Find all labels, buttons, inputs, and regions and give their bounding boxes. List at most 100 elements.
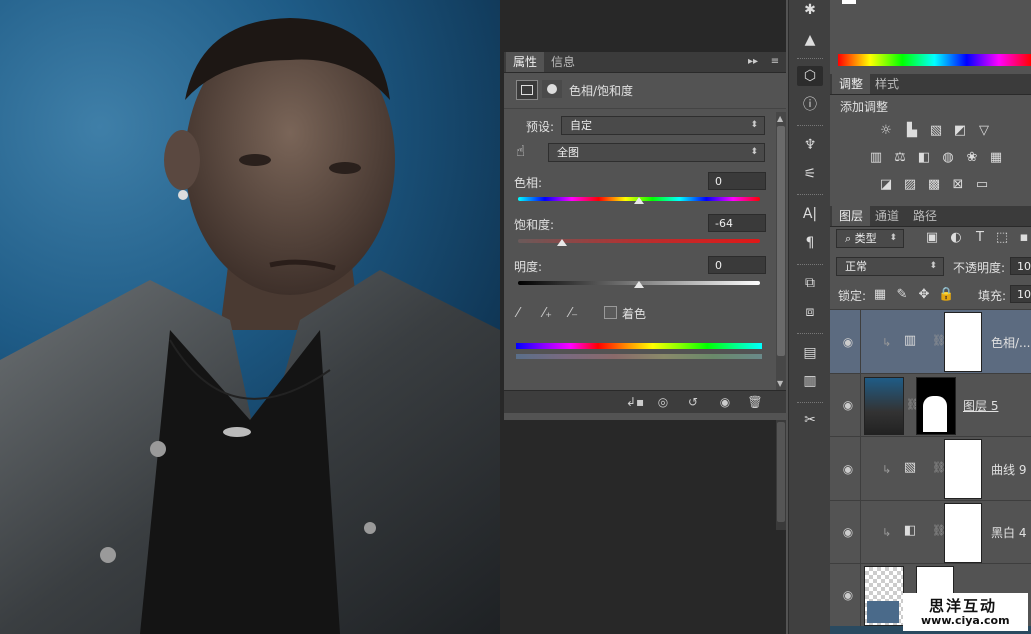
scroll-thumb[interactable]: [777, 126, 785, 356]
filter-pixel-icon[interactable]: ▣: [924, 231, 940, 245]
lock-transparent-icon[interactable]: ▦: [872, 288, 888, 302]
tool-presets-icon[interactable]: ⧈: [797, 302, 823, 322]
layer-name[interactable]: 黑白 4: [991, 524, 1026, 541]
tab-properties[interactable]: 属性: [506, 52, 545, 72]
layer-row[interactable]: ◉ ↳ ◧ ⛓ 黑白 4: [830, 501, 1031, 564]
layer-name[interactable]: 曲线 9: [991, 461, 1026, 478]
eyedropper-minus-icon[interactable]: ⁄₋: [569, 306, 578, 321]
layer-mask-thumbnail[interactable]: [944, 503, 982, 563]
mask-icon-button[interactable]: [542, 80, 562, 98]
hue-input[interactable]: 0: [708, 172, 766, 190]
layer-thumbnail[interactable]: [864, 377, 904, 435]
blend-mode-select[interactable]: 正常 ⬍: [836, 257, 944, 276]
scroll-up-icon[interactable]: ▲: [777, 114, 783, 123]
visibility-eye-icon[interactable]: ◉: [840, 525, 856, 539]
histogram-icon[interactable]: ▲: [797, 30, 823, 50]
adjustment-icon-button[interactable]: [516, 80, 538, 100]
document-canvas-photo[interactable]: [0, 0, 500, 634]
opacity-input[interactable]: 100: [1010, 257, 1031, 275]
colorize-checkbox[interactable]: [604, 306, 617, 319]
paragraph-icon[interactable]: ¶: [797, 233, 823, 253]
curves-icon[interactable]: ▧: [928, 124, 944, 138]
posterize-icon[interactable]: ▨: [902, 178, 918, 192]
hue-saturation-icon[interactable]: ▥: [868, 151, 884, 165]
view-previous-state-icon[interactable]: ◎: [652, 393, 674, 411]
eyedropper-icon[interactable]: ⁄: [517, 306, 519, 321]
lightness-slider-thumb[interactable]: [634, 281, 644, 288]
saturation-slider-track[interactable]: [518, 239, 760, 243]
reset-icon[interactable]: ↺: [682, 393, 704, 411]
workspace-scrollbar[interactable]: [776, 420, 786, 530]
visibility-eye-icon[interactable]: ◉: [840, 398, 856, 412]
channel-mixer-icon[interactable]: ❀: [964, 151, 980, 165]
tab-adjustments[interactable]: 调整: [832, 74, 871, 94]
lightness-input[interactable]: 0: [708, 256, 766, 274]
properties-panel-icon[interactable]: ⬡: [797, 66, 823, 86]
scroll-thumb[interactable]: [777, 422, 785, 522]
layer-row[interactable]: ◉ ⛓ 图层 5: [830, 374, 1031, 437]
navigator-icon[interactable]: ✱: [797, 0, 823, 20]
scroll-down-icon[interactable]: ▼: [777, 379, 783, 388]
layer-row[interactable]: ◉ ↳ ▧ ⛓ 曲线 9: [830, 437, 1031, 501]
saturation-slider-thumb[interactable]: [556, 239, 567, 246]
visibility-eye-icon[interactable]: ◉: [714, 393, 736, 411]
properties-scrollbar[interactable]: ▲ ▼: [776, 112, 786, 390]
panel-menu-icon[interactable]: ≡: [766, 54, 784, 70]
tools-icon[interactable]: ✂: [797, 410, 823, 430]
layer-thumbnail[interactable]: [864, 566, 904, 626]
clip-to-layer-icon[interactable]: ↲▪: [624, 393, 646, 411]
info-icon[interactable]: ⓘ: [797, 95, 823, 115]
layer-row-selected[interactable]: ◉ ↳ ▥ ⛓ 色相/...: [830, 310, 1031, 374]
gradient-map-icon[interactable]: ▭: [974, 178, 990, 192]
clone-source-icon[interactable]: ⧉: [797, 273, 823, 293]
selective-color-icon[interactable]: ⊠: [950, 178, 966, 192]
threshold-icon[interactable]: ▩: [926, 178, 942, 192]
color-spectrum-bar[interactable]: [838, 54, 1031, 66]
layer-name[interactable]: 图层 5: [963, 397, 998, 414]
black-white-icon[interactable]: ◧: [916, 151, 932, 165]
lock-position-icon[interactable]: ✥: [916, 288, 932, 302]
layer-mask-thumbnail[interactable]: [944, 312, 982, 372]
hue-slider-thumb[interactable]: [634, 197, 644, 204]
filter-type-icon[interactable]: T: [972, 231, 988, 245]
targeted-adjustment-hand-icon[interactable]: ☝: [516, 142, 525, 160]
layer-name[interactable]: 色相/...: [991, 334, 1031, 351]
layer-mask-thumbnail[interactable]: [916, 377, 956, 435]
channel-select[interactable]: 全图 ⬍: [548, 143, 765, 162]
tab-channels[interactable]: 通道: [868, 206, 906, 226]
photo-filter-icon[interactable]: ◍: [940, 151, 956, 165]
tab-paths[interactable]: 路径: [906, 206, 944, 226]
tab-info[interactable]: 信息: [544, 52, 582, 72]
color-balance-icon[interactable]: ⚖: [892, 151, 908, 165]
lock-pixels-icon[interactable]: ✎: [894, 288, 910, 302]
invert-icon[interactable]: ◪: [878, 178, 894, 192]
brush-presets-icon[interactable]: ♆: [797, 135, 823, 155]
fill-input[interactable]: 100: [1010, 285, 1031, 303]
preset-select[interactable]: 自定 ⬍: [561, 116, 765, 135]
exposure-icon[interactable]: ◩: [952, 124, 968, 138]
layer-filter-select[interactable]: ⌕ 类型 ⬍: [836, 229, 904, 248]
visibility-eye-icon[interactable]: ◉: [840, 462, 856, 476]
character-icon[interactable]: A|: [797, 204, 823, 224]
tab-styles[interactable]: 样式: [868, 74, 906, 94]
eyedropper-plus-icon[interactable]: ⁄₊: [543, 306, 552, 321]
levels-icon[interactable]: ▙: [904, 124, 920, 138]
visibility-eye-icon[interactable]: ◉: [840, 335, 856, 349]
layer-mask-thumbnail[interactable]: [944, 439, 982, 499]
saturation-input[interactable]: -64: [708, 214, 766, 232]
actions-icon[interactable]: ▥: [797, 371, 823, 391]
visibility-eye-icon[interactable]: ◉: [840, 588, 856, 602]
filter-smart-object-icon[interactable]: ▪: [1016, 231, 1031, 245]
color-lookup-icon[interactable]: ▦: [988, 151, 1004, 165]
vibrance-icon[interactable]: ▽: [976, 124, 992, 138]
brightness-icon[interactable]: ☼: [878, 124, 894, 138]
brush-settings-icon[interactable]: ⚟: [797, 164, 823, 184]
lock-all-icon[interactable]: 🔒: [938, 288, 954, 302]
filter-adjustment-icon[interactable]: ◐: [948, 231, 964, 245]
notes-icon[interactable]: ▤: [797, 343, 823, 363]
collapse-panel-icon[interactable]: ▸▸: [744, 54, 762, 70]
color-swatch[interactable]: [842, 0, 856, 4]
trash-icon[interactable]: 🗑: [744, 393, 766, 411]
filter-shape-icon[interactable]: ⬚: [994, 231, 1010, 245]
tab-layers[interactable]: 图层: [832, 206, 871, 226]
